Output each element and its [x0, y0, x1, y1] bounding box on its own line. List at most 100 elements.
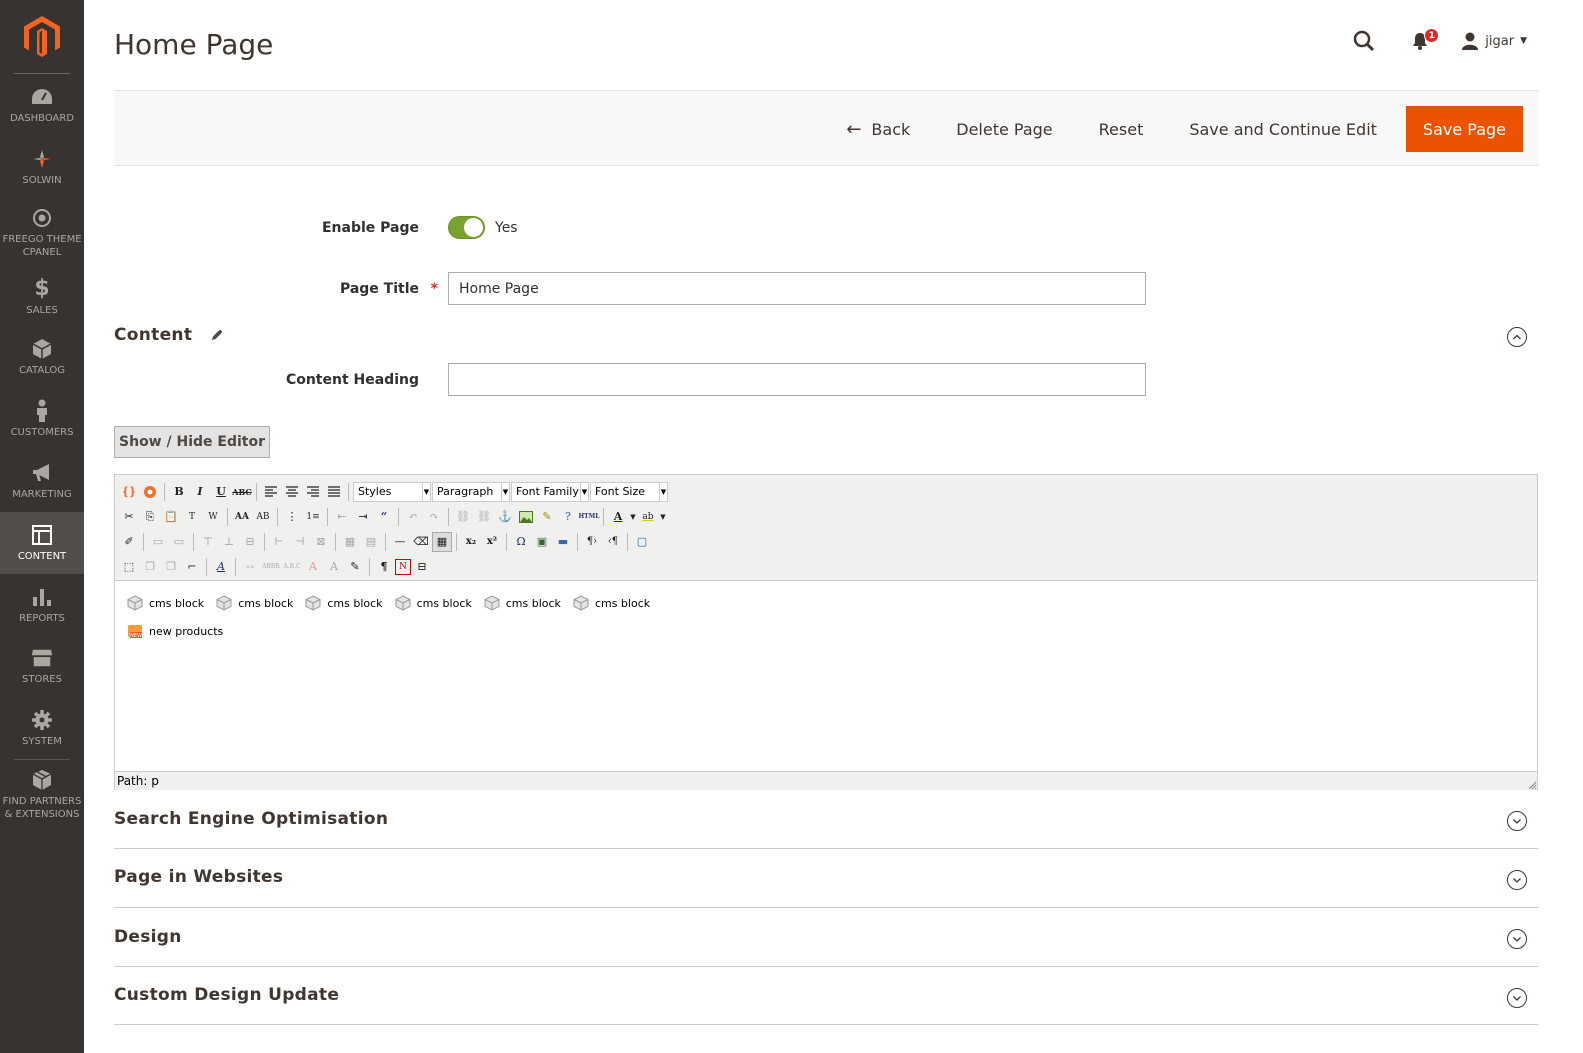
text-color-icon[interactable]: A	[608, 507, 628, 527]
fullscreen-icon[interactable]: ▢	[632, 532, 652, 552]
back-button[interactable]: ← Back	[823, 106, 933, 152]
page-break-icon[interactable]: ⊟	[412, 557, 432, 577]
insert-row-before-icon[interactable]: ⊤	[198, 532, 218, 552]
superscript-icon[interactable]: x²	[482, 532, 502, 552]
insert-layer-icon[interactable]: ▬	[553, 532, 573, 552]
background-color-icon[interactable]: ab	[638, 507, 658, 527]
websites-expand-icon[interactable]	[1507, 870, 1527, 890]
bold-icon[interactable]: B	[169, 482, 189, 502]
bullet-list-icon[interactable]: ⋮	[282, 507, 302, 527]
insert-col-before-icon[interactable]: ⊢	[269, 532, 289, 552]
save-page-button[interactable]: Save Page	[1405, 106, 1523, 152]
nav-system[interactable]: SYSTEM	[0, 697, 84, 759]
nav-solwin[interactable]: SOLWIN	[0, 136, 84, 198]
nav-customers[interactable]: CUSTOMERS	[0, 388, 84, 450]
page-title-input[interactable]	[448, 272, 1146, 305]
insert-col-after-icon[interactable]: ⊣	[290, 532, 310, 552]
nav-stores[interactable]: STORES	[0, 636, 84, 697]
special-char-icon[interactable]: Ω	[511, 532, 531, 552]
paragraph-select[interactable]: Paragraph ▼	[432, 481, 510, 502]
enable-page-toggle[interactable]	[448, 216, 485, 239]
cleanup-icon[interactable]: ✎	[537, 507, 557, 527]
delete-row-icon[interactable]: ⊟	[240, 532, 260, 552]
chevron-down-icon[interactable]: ▼	[659, 507, 667, 527]
reset-button[interactable]: Reset	[1076, 106, 1167, 152]
align-right-icon[interactable]	[303, 482, 323, 502]
numbered-list-icon[interactable]: 1≡	[303, 507, 323, 527]
user-menu[interactable]: jigar ▼	[1461, 32, 1527, 50]
nav-freego[interactable]: FREEGO THEME CPANEL	[0, 198, 84, 268]
merge-cells-icon[interactable]: ▤	[361, 532, 381, 552]
remove-format-icon[interactable]: ⌫	[411, 532, 431, 552]
copy-icon[interactable]: ⎘	[140, 507, 160, 527]
align-left-icon[interactable]	[261, 482, 281, 502]
chevron-down-icon[interactable]: ▼	[629, 507, 637, 527]
nav-partners[interactable]: FIND PARTNERS & EXTENSIONS	[0, 760, 84, 830]
editor-widget[interactable]: cms block	[305, 589, 383, 617]
resize-handle-icon[interactable]	[1527, 780, 1537, 790]
custom-design-update-section-header[interactable]: Custom Design Update	[114, 985, 339, 1005]
table-icon[interactable]: ▦	[432, 531, 452, 552]
align-justify-icon[interactable]	[324, 482, 344, 502]
design-expand-icon[interactable]	[1507, 929, 1527, 949]
notifications-button[interactable]: 1	[1407, 26, 1440, 56]
row-props-icon[interactable]: ▭	[148, 532, 168, 552]
outdent-icon[interactable]: ⇤	[332, 507, 352, 527]
find-icon[interactable]: AA	[232, 507, 252, 527]
non-breaking-icon[interactable]: N	[395, 558, 411, 575]
image-icon[interactable]	[516, 507, 536, 527]
seo-expand-icon[interactable]	[1507, 811, 1527, 831]
media-icon[interactable]: ▣	[532, 532, 552, 552]
nav-content[interactable]: CONTENT	[0, 512, 84, 574]
attributes-icon[interactable]: ✎	[345, 557, 365, 577]
search-icon[interactable]	[1349, 26, 1379, 56]
html-source-icon[interactable]: HTML	[579, 507, 600, 527]
split-cells-icon[interactable]: ▦	[340, 532, 360, 552]
editor-widget[interactable]: cms block	[484, 589, 561, 617]
move-forward-icon[interactable]: ❐	[140, 557, 160, 577]
delete-page-button[interactable]: Delete Page	[933, 106, 1075, 152]
help-icon[interactable]: ?	[558, 507, 578, 527]
visual-chars-icon[interactable]: ¶	[374, 557, 394, 577]
nav-catalog[interactable]: CATALOG	[0, 326, 84, 388]
editor-widget[interactable]: cms block	[127, 589, 204, 617]
paste-icon[interactable]: 📋	[161, 507, 181, 527]
font-size-select[interactable]: Font Size ▼	[590, 481, 668, 502]
absolute-position-icon[interactable]: ⌐	[182, 557, 202, 577]
underline-icon[interactable]: U	[211, 482, 231, 502]
unlink-icon[interactable]: ⛓	[474, 507, 494, 527]
insertion-icon[interactable]: A	[324, 557, 344, 577]
select-all-icon[interactable]: ⬚	[119, 557, 139, 577]
magento-logo[interactable]	[14, 0, 70, 74]
indent-icon[interactable]: ⇥	[353, 507, 373, 527]
seo-section-header[interactable]: Search Engine Optimisation	[114, 809, 388, 829]
custom-design-expand-icon[interactable]	[1507, 988, 1527, 1008]
redo-icon[interactable]: ↷	[424, 507, 444, 527]
anchor-icon[interactable]: ⚓	[495, 507, 515, 527]
insert-widget-icon[interactable]	[140, 482, 160, 502]
cell-props-icon[interactable]: ▭	[169, 532, 189, 552]
insert-variable-icon[interactable]: {}	[119, 482, 139, 502]
subscript-icon[interactable]: x₂	[461, 532, 481, 552]
show-hide-editor-button[interactable]: Show / Hide Editor	[114, 426, 270, 458]
blockquote-icon[interactable]: “	[374, 507, 394, 527]
strikethrough-icon[interactable]: ABC	[232, 482, 252, 502]
font-family-select[interactable]: Font Family ▼	[511, 481, 589, 502]
move-backward-icon[interactable]: ❐	[161, 557, 181, 577]
editor-widget[interactable]: cms block	[573, 589, 650, 617]
link-icon[interactable]: ⛓	[453, 507, 473, 527]
delete-col-icon[interactable]: ⊠	[311, 532, 331, 552]
design-section-header[interactable]: Design	[114, 927, 182, 947]
content-collapse-icon[interactable]	[1507, 327, 1527, 347]
deletion-icon[interactable]: A	[303, 557, 323, 577]
edit-css-icon[interactable]: ✐	[119, 532, 139, 552]
editor-widget[interactable]: cms block	[216, 589, 293, 617]
editor-widget[interactable]: NEW new products	[127, 617, 715, 645]
acronym-icon[interactable]: A.B.C	[282, 557, 302, 577]
insert-row-after-icon[interactable]: ⊥	[219, 532, 239, 552]
rtl-icon[interactable]: ‹¶	[603, 532, 623, 552]
italic-icon[interactable]: I	[190, 482, 210, 502]
nav-dashboard[interactable]: DASHBOARD	[0, 74, 84, 136]
cut-icon[interactable]: ✂	[119, 507, 139, 527]
editor-widget[interactable]: cms block	[395, 589, 472, 617]
